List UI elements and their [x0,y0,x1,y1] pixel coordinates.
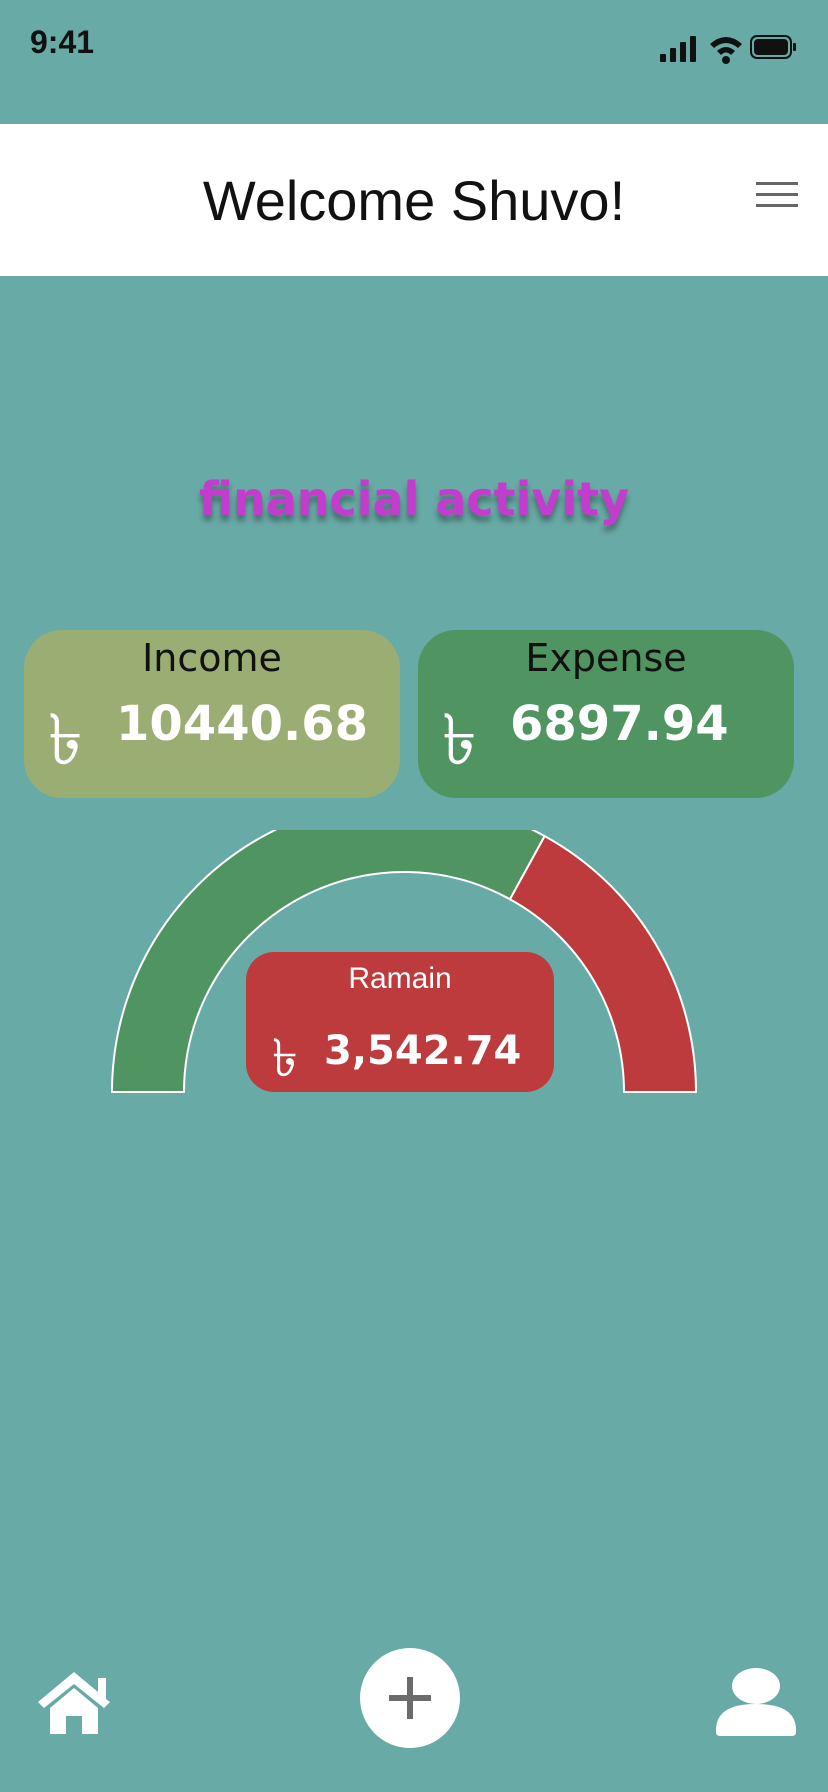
remain-card: Ramain ৳ 3,542.74 [246,952,554,1092]
wifi-icon [710,37,742,64]
bottom-nav [0,1630,828,1770]
plus-icon [389,1677,431,1719]
status-bar: 9:41 [0,0,828,124]
expense-label: Expense [525,636,687,680]
add-button[interactable] [360,1648,460,1748]
remain-label: Ramain [348,962,452,995]
home-icon[interactable] [32,1666,116,1738]
signal-icon [660,36,696,62]
battery-icon [750,35,796,59]
taka-icon: ৳ [272,1029,298,1089]
status-icons [658,30,798,66]
taka-icon: ৳ [442,699,477,781]
remain-amount: 3,542.74 [324,1028,522,1074]
status-time: 9:41 [30,24,95,60]
income-amount: 10440.68 [116,696,369,752]
section-title: financial activity [198,472,630,526]
expense-amount: 6897.94 [510,696,729,752]
profile-icon[interactable] [714,1666,798,1738]
welcome-title: Welcome Shuvo! [202,169,626,232]
income-card: Income ৳ 10440.68 [24,630,400,798]
app-header: Welcome Shuvo! [0,124,828,276]
hamburger-menu-icon[interactable] [756,182,798,212]
expense-card: Expense ৳ 6897.94 [418,630,794,798]
income-label: Income [142,636,282,680]
taka-icon: ৳ [48,699,83,781]
